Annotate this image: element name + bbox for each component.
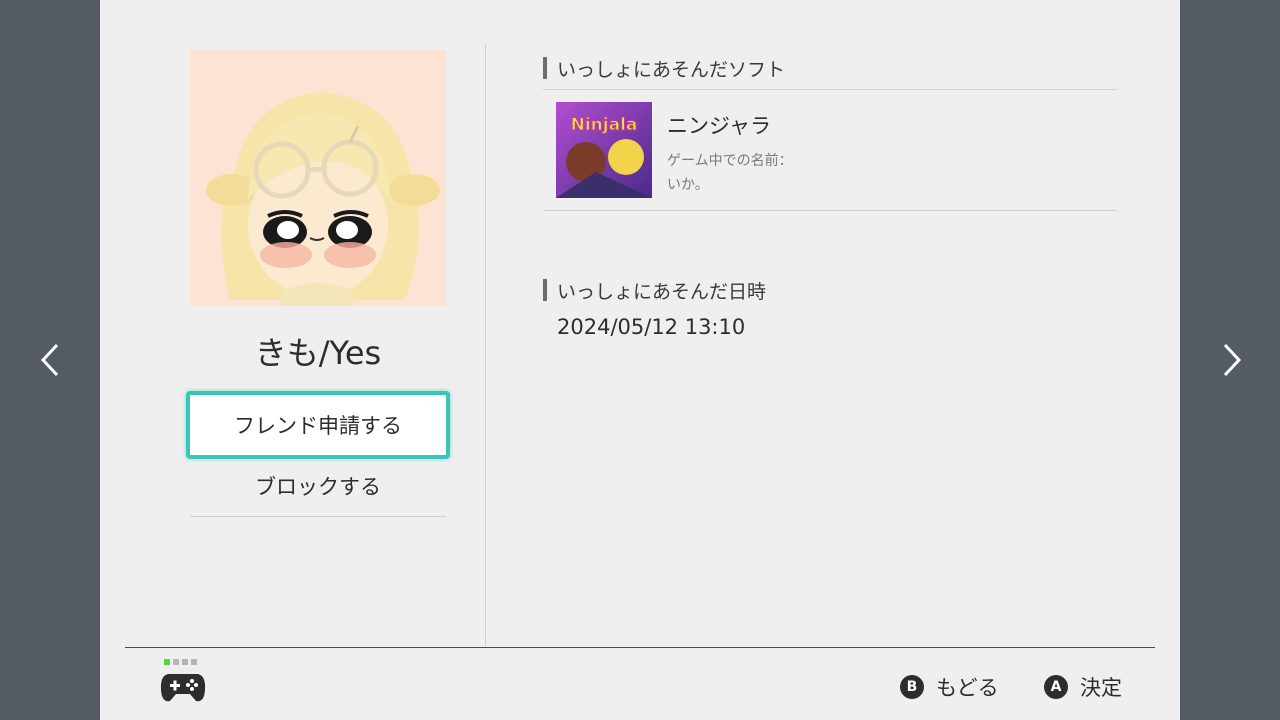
next-arrow-button[interactable] (1212, 340, 1252, 380)
chevron-right-icon (1223, 343, 1242, 377)
block-button[interactable]: ブロックする (190, 464, 446, 508)
left-divider (190, 516, 446, 517)
friend-request-label: フレンド申請する (234, 414, 402, 438)
confirm-hint-button[interactable]: A 決定 (1044, 672, 1122, 702)
game-title: ニンジャラ (667, 114, 771, 138)
played-date-value: 2024/05/12 13:10 (557, 315, 746, 339)
heading-bar (543, 57, 547, 79)
a-button-icon: A (1044, 675, 1068, 699)
player-dot (182, 659, 188, 665)
controller-icon (160, 670, 206, 708)
played-software-heading-text: いっしょにあそんだソフト (557, 58, 786, 81)
heading-bar (543, 279, 547, 301)
game-cover-image: Ninjala (556, 102, 652, 198)
in-game-name-label: ゲーム中での名前： (667, 153, 793, 169)
chevron-left-icon (40, 343, 59, 377)
cover-logo: Ninjala (571, 115, 638, 135)
in-game-name: いか。 (667, 177, 709, 193)
column-divider (485, 44, 486, 646)
confirm-label: 決定 (1080, 676, 1122, 700)
back-label: もどる (936, 676, 999, 700)
previous-arrow-button[interactable] (30, 340, 70, 380)
player-indicator (164, 659, 197, 665)
avatar (190, 50, 446, 306)
b-button-icon: B (900, 675, 924, 699)
player-dot (173, 659, 179, 665)
game-thumbnail: Ninjala (556, 102, 652, 198)
played-date-heading: いっしょにあそんだ日時 (543, 279, 767, 303)
player-dot (164, 659, 170, 665)
username: きも/Yes (254, 334, 382, 372)
game-list-item[interactable]: Ninjala ニンジャラ ゲーム中での名前： いか。 (543, 90, 1117, 210)
played-software-heading: いっしょにあそんだソフト (543, 57, 786, 81)
back-hint-button[interactable]: B もどる (900, 672, 999, 702)
divider (543, 210, 1117, 211)
block-label: ブロックする (255, 475, 381, 499)
player-dot (191, 659, 197, 665)
mii-avatar-image (190, 50, 446, 306)
played-date-heading-text: いっしょにあそんだ日時 (557, 280, 767, 303)
friend-request-button[interactable]: フレンド申請する (186, 391, 450, 459)
footer-divider (125, 647, 1155, 648)
